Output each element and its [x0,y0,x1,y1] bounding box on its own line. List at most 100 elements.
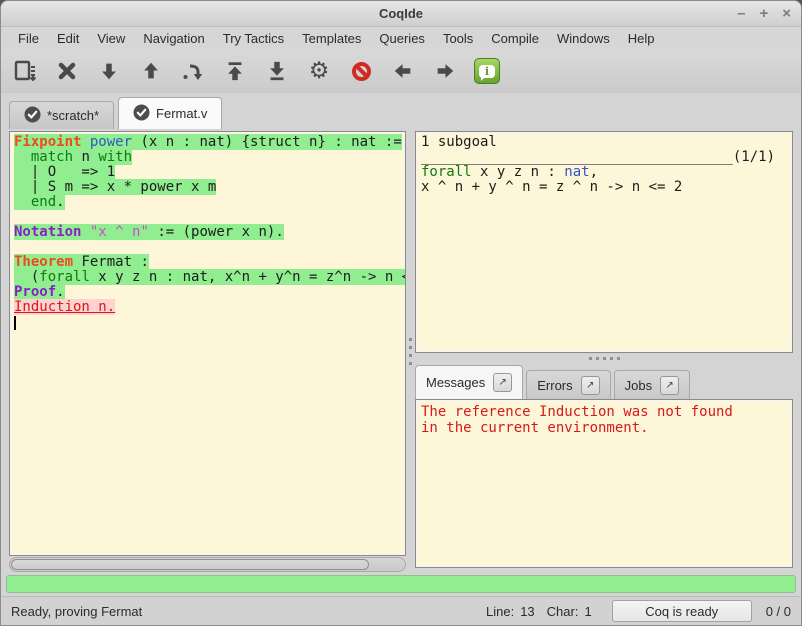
tab-jobs[interactable]: Jobs ↗ [614,370,690,399]
line-value: 13 [520,604,534,619]
status-message: Ready, proving Fermat [11,604,486,619]
code-line [14,210,405,225]
code-line: Proof. [14,285,405,300]
menu-item-compile[interactable]: Compile [482,29,548,48]
close-buffer-button[interactable] [51,55,83,87]
code-editor[interactable]: Fixpoint power (x n : nat) {struct n} : … [9,131,406,556]
maximize-button[interactable]: + [759,6,768,21]
horizontal-splitter[interactable] [415,353,793,363]
close-button[interactable]: × [782,6,791,21]
right-column: 1 subgoal_______________________________… [415,131,793,572]
window-title: CoqIde [379,6,423,21]
code-line: forall x y z n : nat, [421,165,792,180]
code-line: 1 subgoal [421,135,792,150]
menu-item-windows[interactable]: Windows [548,29,619,48]
menu-item-navigation[interactable]: Navigation [134,29,213,48]
window-controls: – + × [737,1,791,26]
text-caret [14,316,16,330]
fully-check-button[interactable]: ⚙ [303,55,335,87]
main-area: Fixpoint power (x n : nat) {struct n} : … [1,129,801,572]
arrow-up-icon [140,60,162,82]
goal-panel[interactable]: 1 subgoal_______________________________… [415,131,793,353]
error-message-line: The reference Induction was not found [421,404,792,420]
progress-bar [6,575,796,593]
code-line: Notation "x ^ n" := (power x n). [14,225,405,240]
gear-icon: ⚙ [309,60,330,83]
code-line: | S m => x * power x m [14,180,405,195]
about-button[interactable]: i [471,55,503,87]
next-occurrence-button[interactable] [429,55,461,87]
tab-label: Fermat.v [156,106,207,121]
tab-label: Errors [537,378,572,393]
tab-label: *scratch* [47,108,99,123]
go-to-end-button[interactable] [261,55,293,87]
check-circle-icon [24,106,41,126]
arrow-to-top-icon [224,60,246,82]
code-line: Induction n. [14,300,405,315]
messages-notebook: Messages ↗ Errors ↗ Jobs ↗ The reference Indu… [415,363,793,572]
task-counter: 0 / 0 [766,604,791,619]
menu-item-file[interactable]: File [9,29,48,48]
menu-item-view[interactable]: View [88,29,134,48]
menu-item-tools[interactable]: Tools [434,29,482,48]
code-line [14,315,405,330]
char-value: 1 [584,604,591,619]
toolbar: ⚙ i [1,49,801,93]
save-button[interactable] [9,55,41,87]
messages-tabbar: Messages ↗ Errors ↗ Jobs ↗ [415,363,793,399]
code-line: match n with [14,150,405,165]
tab-label: Messages [426,375,485,390]
code-line: end. [14,195,405,210]
editor-tabs: *scratch* Fermat.v [1,93,801,129]
arrow-to-bottom-icon [266,60,288,82]
progress-zone [1,572,801,596]
tab-messages[interactable]: Messages ↗ [415,365,523,399]
code-line: (forall x y z n : nat, x^n + y^n = z^n -… [14,270,405,285]
info-icon: i [474,58,500,84]
interrupt-button[interactable] [345,55,377,87]
titlebar: CoqIde – + × [1,1,801,27]
vertical-splitter[interactable] [406,131,415,572]
menu-item-queries[interactable]: Queries [370,29,434,48]
menu-item-templates[interactable]: Templates [293,29,370,48]
menu-item-try-tactics[interactable]: Try Tactics [214,29,293,48]
forward-one-command-button[interactable] [93,55,125,87]
no-entry-icon [352,62,371,81]
check-circle-icon [133,104,150,124]
go-to-cursor-icon [181,59,205,83]
tab-errors[interactable]: Errors ↗ [526,370,610,399]
menu-item-help[interactable]: Help [619,29,664,48]
detach-icon[interactable]: ↗ [493,373,512,392]
code-line [14,240,405,255]
editor-column: Fixpoint power (x n : nat) {struct n} : … [9,131,406,572]
tab-label: Jobs [625,378,652,393]
tab-Fermat.v[interactable]: Fermat.v [118,97,222,129]
save-icon [12,58,38,84]
status-right: Line: 13 Char: 1 Coq is ready 0 / 0 [486,600,791,622]
minimize-button[interactable]: – [737,6,745,21]
hscrollbar-thumb[interactable] [11,559,369,570]
arrow-left-icon [392,60,414,82]
char-label: Char: [547,604,579,619]
detach-icon[interactable]: ↗ [581,376,600,395]
code-line: | O => 1 [14,165,405,180]
status-bar: Ready, proving Fermat Line: 13 Char: 1 C… [1,596,801,625]
code-line: Theorem Fermat : [14,255,405,270]
close-icon [56,60,78,82]
menu-bar: FileEditViewNavigationTry TacticsTemplat… [1,27,801,49]
code-line: _____________________________________(1/… [421,150,792,165]
editor-hscrollbar[interactable] [9,557,406,572]
detach-icon[interactable]: ↗ [660,376,679,395]
arrow-down-icon [98,60,120,82]
backward-one-command-button[interactable] [135,55,167,87]
line-label: Line: [486,604,514,619]
menu-item-edit[interactable]: Edit [48,29,88,48]
go-to-cursor-button[interactable] [177,55,209,87]
tab-scratch[interactable]: *scratch* [9,101,114,129]
coqide-window: CoqIde – + × FileEditViewNavigationTry T… [0,0,802,626]
restart-button[interactable] [219,55,251,87]
previous-occurrence-button[interactable] [387,55,419,87]
coq-state-indicator: Coq is ready [612,600,752,622]
messages-content[interactable]: The reference Induction was not foundin … [415,399,793,568]
code-line: Fixpoint power (x n : nat) {struct n} : … [14,135,405,150]
